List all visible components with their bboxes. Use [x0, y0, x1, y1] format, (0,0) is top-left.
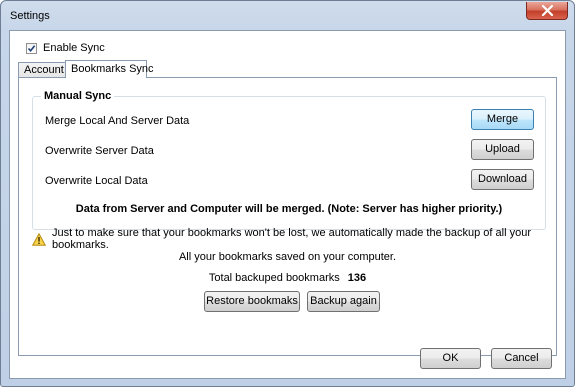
title-bar[interactable]: Settings [1, 1, 574, 31]
download-button[interactable]: Download [471, 169, 534, 190]
warning-icon [32, 232, 46, 246]
sync-note: Data from Server and Computer will be me… [75, 203, 503, 215]
restore-bookmarks-button[interactable]: Restore bookmaks [204, 291, 300, 312]
close-icon [541, 5, 554, 16]
manual-sync-legend: Manual Sync [41, 90, 115, 102]
dialog-client-area: Enable Sync Account Bookmarks Sync Manua… [9, 30, 566, 379]
overwrite-local-label: Overwrite Local Data [45, 175, 148, 187]
settings-window: Settings Enable Sync Account Bookmarks S… [0, 0, 575, 387]
saved-info-text: All your bookmarks saved on your compute… [178, 251, 397, 263]
backup-warning: Just to make sure that your bookmarks wo… [32, 227, 546, 251]
manual-sync-group: Manual Sync Merge Local And Server Data … [32, 90, 546, 230]
tab-bookmarks-sync[interactable]: Bookmarks Sync [65, 60, 154, 78]
window-title: Settings [10, 10, 50, 22]
checkmark-icon [27, 44, 36, 52]
total-bookmarks-label: Total backuped bookmarks [208, 272, 340, 284]
upload-button[interactable]: Upload [471, 139, 534, 160]
ok-button[interactable]: OK [420, 348, 481, 369]
backup-warning-text: Just to make sure that your bookmarks wo… [52, 227, 531, 251]
tab-account[interactable]: Account [18, 62, 66, 77]
bookmarks-sync-panel: Manual Sync Merge Local And Server Data … [18, 77, 557, 356]
enable-sync-label: Enable Sync [43, 42, 105, 54]
backup-again-button[interactable]: Backup again [307, 291, 380, 312]
checkbox-box[interactable] [26, 42, 37, 54]
total-bookmarks-value: 136 [347, 272, 367, 284]
close-button[interactable] [526, 2, 568, 20]
cancel-button[interactable]: Cancel [491, 348, 552, 369]
enable-sync-checkbox[interactable]: Enable Sync [26, 41, 105, 55]
total-bookmarks-line: Total backuped bookmarks 136 [19, 272, 556, 284]
merge-button[interactable]: Merge [471, 109, 534, 130]
overwrite-server-label: Overwrite Server Data [45, 145, 154, 157]
merge-row-label: Merge Local And Server Data [45, 115, 190, 127]
